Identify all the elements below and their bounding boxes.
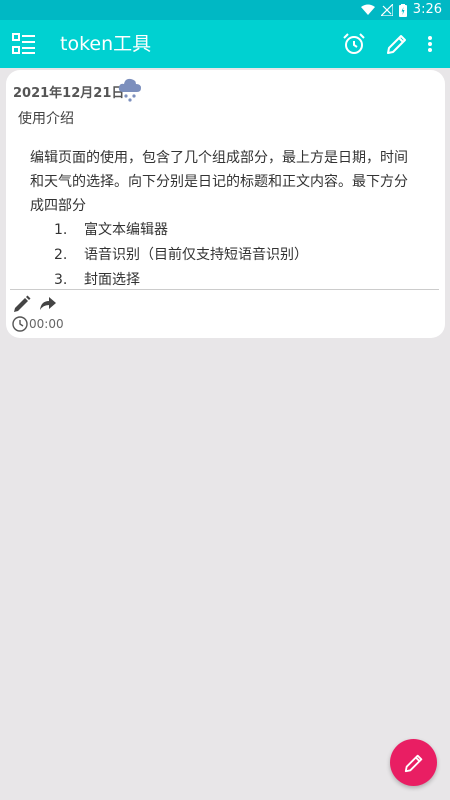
wifi-icon [360, 4, 375, 15]
app-title: token工具 [60, 33, 152, 55]
diary-title: 使用介绍 [18, 111, 74, 127]
overflow-menu-button[interactable] [418, 30, 442, 58]
share-entry-button[interactable] [38, 294, 58, 314]
clock-time: 3:26 [412, 2, 442, 17]
list-item: 2. 语音识别（目前仅支持短语音识别） [54, 247, 308, 263]
entry-time: 00:00 [12, 316, 64, 332]
pencil-icon [387, 35, 406, 54]
share-arrow-icon [40, 297, 56, 310]
alarm-button[interactable] [340, 30, 368, 58]
diary-list: 1. 富文本编辑器 2. 语音识别（目前仅支持短语音识别） 3. 封面选择 [30, 218, 420, 293]
diary-card[interactable]: 2021年12月21日 使用介绍 编辑页面的使用，包含了几个组成部分，最上方是日… [6, 70, 445, 338]
battery-icon [398, 3, 407, 17]
entry-time-text: 00:00 [29, 317, 64, 331]
card-divider [10, 289, 439, 290]
status-bar: 3:26 [0, 0, 450, 20]
more-vert-icon [428, 36, 432, 52]
list-menu-icon [12, 33, 35, 54]
diary-date: 2021年12月21日 [13, 86, 125, 101]
alarm-clock-icon [343, 33, 365, 54]
diary-paragraph: 编辑页面的使用，包含了几个组成部分，最上方是日期，时间和天气的选择。向下分别是日… [30, 150, 408, 214]
signal-icon [380, 4, 393, 16]
new-entry-fab[interactable] [390, 739, 437, 786]
clock-icon [12, 316, 28, 332]
pencil-icon [404, 754, 422, 772]
list-item: 1. 富文本编辑器 [54, 222, 168, 238]
pencil-icon [14, 295, 31, 312]
edit-entry-button[interactable] [12, 294, 32, 314]
snow-cloud-icon [118, 78, 141, 102]
app-bar: token工具 [0, 20, 450, 68]
menu-button[interactable] [10, 30, 38, 58]
diary-body: 编辑页面的使用，包含了几个组成部分，最上方是日期，时间和天气的选择。向下分别是日… [30, 146, 420, 293]
edit-button[interactable] [383, 30, 411, 58]
